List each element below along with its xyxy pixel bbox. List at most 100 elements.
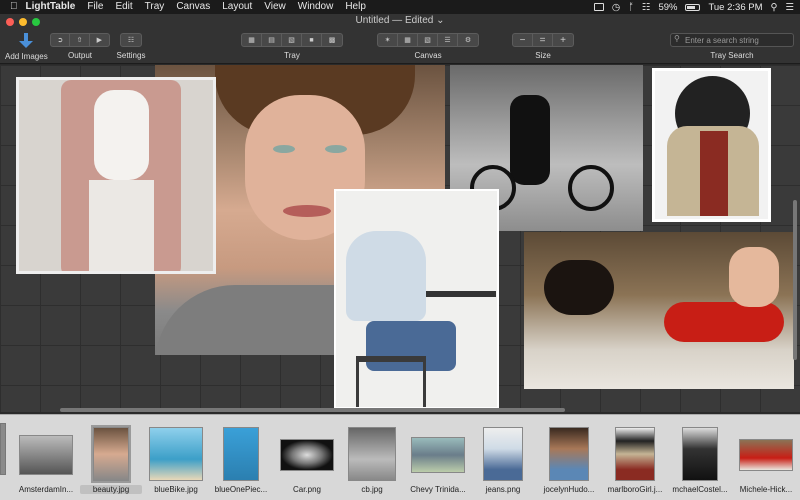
apple-menu-icon[interactable]:  (10, 0, 18, 14)
thumbnail-label: Car.png (292, 485, 322, 494)
window-title[interactable]: Untitled — Edited ⌄ (0, 15, 800, 26)
sweater-shape (346, 231, 426, 321)
size-label: Size (535, 51, 551, 60)
tray-item[interactable]: jeans.png (472, 421, 534, 494)
tray-layout-5-icon[interactable]: ▩ (322, 34, 342, 46)
thumbnail (549, 427, 589, 481)
canvas-label: Canvas (414, 51, 442, 60)
tray-item[interactable]: blueBike.jpg (145, 421, 207, 494)
menu-window[interactable]: Window (298, 0, 334, 14)
share-icon[interactable]: ⇧ (70, 34, 90, 46)
image-tray: AmsterdamIn... beauty.jpg blueBike.jpg b… (0, 414, 800, 500)
photo-red-dress[interactable] (524, 232, 794, 389)
airplay-icon[interactable] (593, 3, 604, 11)
thumbnail-label: Chevy Trinida... (410, 485, 466, 494)
tray-item[interactable]: cb.jpg (341, 421, 403, 494)
tray-item[interactable]: Chevy Trinida... (407, 421, 469, 494)
wifi-icon[interactable]: ☷ (642, 2, 651, 13)
tray-layout-2-icon[interactable]: ▤ (262, 34, 282, 46)
menu-help[interactable]: Help (345, 0, 366, 14)
rider-shape (510, 95, 550, 185)
menu-canvas[interactable]: Canvas (176, 0, 210, 14)
eye-left (273, 145, 295, 153)
thumbnail (223, 427, 259, 481)
thumbnail (739, 439, 793, 471)
size-decrease-button[interactable]: − (513, 34, 533, 46)
menu-layout[interactable]: Layout (222, 0, 252, 14)
tray-search-input[interactable]: ⚲ Enter a search string (670, 33, 794, 47)
bluetooth-icon[interactable]: ᚩ (628, 2, 634, 13)
canvas-stack-icon[interactable]: ▧ (418, 34, 438, 46)
thumbnail-label: blueOnePiec... (214, 485, 268, 494)
thumbnail (411, 437, 465, 473)
add-images-label: Add Images (5, 52, 48, 61)
tray-layout-3-icon[interactable]: ▧ (282, 34, 302, 46)
menu-app-name[interactable]: LightTable (26, 0, 76, 14)
thumbnail (19, 435, 73, 475)
add-images-button[interactable]: Add Images (5, 31, 48, 63)
canvas-spread-icon[interactable]: ☰ (438, 34, 458, 46)
photo-marlboro[interactable] (652, 68, 771, 222)
canvas-button-group: ✶ ▦ ▧ ☰ ⚙ (377, 33, 479, 47)
canvas-grid-icon[interactable]: ▦ (398, 34, 418, 46)
search-placeholder: Enter a search string (685, 35, 759, 45)
photo-jeans[interactable] (334, 189, 499, 409)
table-shape (426, 291, 496, 297)
battery-percent: 59% (658, 1, 678, 13)
output-label: Output (67, 51, 92, 60)
eye-right (325, 145, 347, 153)
canvas-arrange-icon[interactable]: ✶ (378, 34, 398, 46)
size-reset-button[interactable]: = (533, 34, 553, 46)
size-increase-button[interactable]: + (553, 34, 573, 46)
tray-item[interactable]: AmsterdamIn... (15, 421, 77, 494)
tray-partial-thumb[interactable] (0, 423, 6, 475)
canvas-vertical-scrollbar[interactable] (793, 200, 797, 360)
tray-layout-1-icon[interactable]: ▦ (242, 34, 262, 46)
battery-icon[interactable] (685, 3, 701, 11)
tray-layout-4-icon[interactable]: ■ (302, 34, 322, 46)
settings-button[interactable]: ☷ (120, 33, 142, 47)
thumbnail-label: Michele-Hick... (739, 485, 793, 494)
thumbnail-label: jocelynHudo... (543, 485, 595, 494)
settings-label: Settings (116, 51, 146, 60)
menu-file[interactable]: File (87, 0, 103, 14)
thumbnail-label: mchaelCostel... (672, 485, 728, 494)
output-export-icon[interactable]: ➲ (51, 34, 71, 46)
thumbnail (348, 427, 396, 481)
tray-label: Tray (284, 51, 300, 60)
white-top-shape (94, 90, 149, 180)
spotlight-search-icon[interactable]: ⚲ (771, 2, 778, 13)
sliders-icon: ☷ (127, 37, 135, 44)
tray-item[interactable]: Car.png (276, 421, 338, 494)
menu-edit[interactable]: Edit (115, 0, 132, 14)
menu-view[interactable]: View (264, 0, 286, 14)
thumbnail (149, 427, 203, 481)
thumbnail (615, 427, 655, 481)
tray-item[interactable]: mchaelCostel... (669, 421, 731, 494)
time-machine-icon[interactable]: ◷ (612, 2, 620, 13)
thumbnail (483, 427, 523, 481)
tray-item[interactable]: marlboroGirl.j... (604, 421, 666, 494)
thumbnail-label: AmsterdamIn... (18, 485, 74, 494)
tray-button-group: ▦ ▤ ▧ ■ ▩ (241, 33, 343, 47)
menu-clock[interactable]: Tue 2:36 PM (708, 2, 762, 13)
photo-pink-coat[interactable] (16, 77, 216, 274)
tray-item[interactable]: jocelynHudo... (538, 421, 600, 494)
light-table-canvas[interactable] (0, 65, 800, 412)
canvas-settings-icon[interactable]: ⚙ (458, 34, 478, 46)
thumbnail-label: cb.jpg (361, 485, 383, 494)
tray-item-selected[interactable]: beauty.jpg (80, 421, 142, 494)
thumbnail-label: jeans.png (485, 485, 521, 494)
toolbar: Add Images ➲ ⇧ ▶ Output ☷ Settings ▦ ▤ ▧… (0, 30, 800, 64)
canvas-horizontal-scrollbar[interactable] (60, 408, 565, 412)
thumbnail-label: blueBike.jpg (154, 485, 198, 494)
lips (283, 205, 331, 217)
notification-center-icon[interactable]: ☰ (785, 2, 794, 13)
slideshow-play-icon[interactable]: ▶ (90, 34, 109, 46)
thumbnail-label: marlboroGirl.j... (607, 485, 663, 494)
model-hair-shape (544, 260, 614, 315)
menu-tray[interactable]: Tray (145, 0, 165, 14)
tray-item[interactable]: Michele-Hick... (735, 421, 797, 494)
tray-item[interactable]: blueOnePiec... (210, 421, 272, 494)
jacket-stripe (700, 131, 728, 216)
